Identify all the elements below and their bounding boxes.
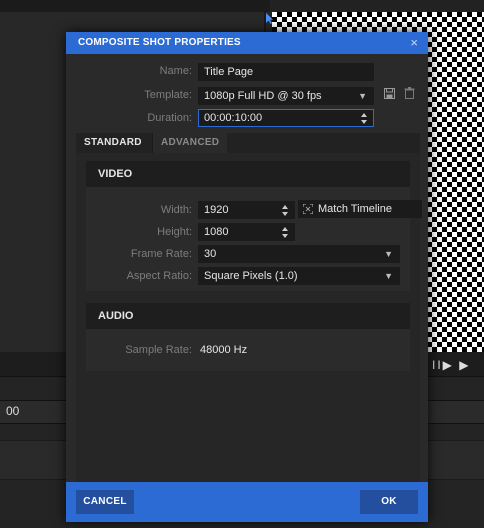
cancel-button[interactable]: CANCEL: [76, 490, 134, 514]
template-label: Template:: [144, 89, 192, 101]
height-label: Height:: [157, 226, 192, 238]
standard-tab-panel: VIDEO Width: 1920 Match Timeline Height:…: [76, 153, 422, 482]
template-row: Template:: [66, 86, 192, 104]
height-row: Height:: [76, 223, 192, 241]
chevron-down-icon: ▼: [358, 91, 367, 101]
chevron-down-icon: ▼: [384, 271, 393, 281]
template-select[interactable]: 1080p Full HD @ 30 fps ▼: [198, 87, 374, 105]
aspect-ratio-row: Aspect Ratio:: [76, 267, 192, 285]
play-icon[interactable]: II▶ ▶: [432, 358, 470, 372]
ok-button[interactable]: OK: [360, 490, 418, 514]
template-value: 1080p Full HD @ 30 fps: [204, 90, 322, 102]
width-stepper-icon[interactable]: [282, 203, 288, 217]
close-icon[interactable]: ×: [410, 35, 418, 50]
dialog-title: COMPOSITE SHOT PROPERTIES: [78, 37, 241, 48]
duration-input[interactable]: 00:00:10:00: [198, 109, 374, 127]
name-row: Name:: [66, 62, 192, 80]
frame-rate-value: 30: [204, 248, 217, 260]
duration-label: Duration:: [147, 112, 192, 124]
frame-rate-select[interactable]: 30 ▼: [198, 245, 400, 263]
frame-rate-label: Frame Rate:: [130, 248, 192, 260]
frame-rate-row: Frame Rate:: [76, 245, 192, 263]
aspect-ratio-value: Square Pixels (1.0): [204, 270, 298, 282]
cursor-arrow-icon[interactable]: [265, 12, 275, 28]
duration-stepper-icon[interactable]: [361, 111, 367, 125]
background-top-strip: [0, 0, 270, 12]
sample-rate-row: Sample Rate:: [76, 341, 192, 359]
height-stepper-icon[interactable]: [282, 225, 288, 239]
timeline-time-label: 00: [6, 404, 20, 418]
sample-rate-label: Sample Rate:: [125, 344, 192, 356]
name-label: Name:: [159, 65, 192, 77]
property-tabs: STANDARD ADVANCED: [76, 133, 420, 153]
match-timeline-label: Match Timeline: [318, 203, 392, 215]
dialog-footer: CANCEL OK: [66, 482, 428, 522]
width-value: 1920: [204, 204, 229, 216]
width-row: Width:: [76, 201, 192, 219]
duration-row: Duration:: [66, 109, 192, 127]
name-input[interactable]: Title Page: [198, 63, 374, 81]
width-input[interactable]: 1920: [198, 201, 295, 219]
trash-icon[interactable]: [404, 86, 416, 99]
width-label: Width:: [160, 204, 192, 216]
save-icon[interactable]: [384, 86, 396, 99]
height-input[interactable]: 1080: [198, 223, 295, 241]
match-timeline-icon: [303, 204, 313, 214]
tab-advanced[interactable]: ADVANCED: [152, 133, 228, 153]
video-section-heading: VIDEO: [86, 161, 410, 187]
match-timeline-button[interactable]: Match Timeline: [298, 200, 422, 218]
composite-shot-properties-dialog: COMPOSITE SHOT PROPERTIES × Name: Title …: [66, 32, 428, 522]
sample-rate-value: 48000 Hz: [200, 344, 248, 356]
audio-section-heading: AUDIO: [86, 303, 410, 329]
aspect-ratio-label: Aspect Ratio:: [126, 270, 192, 282]
height-value: 1080: [204, 226, 229, 238]
dialog-title-bar[interactable]: COMPOSITE SHOT PROPERTIES ×: [66, 32, 428, 54]
duration-value: 00:00:10:00: [204, 112, 263, 124]
tab-standard[interactable]: STANDARD: [76, 133, 150, 153]
chevron-down-icon: ▼: [384, 249, 393, 259]
aspect-ratio-select[interactable]: Square Pixels (1.0) ▼: [198, 267, 400, 285]
